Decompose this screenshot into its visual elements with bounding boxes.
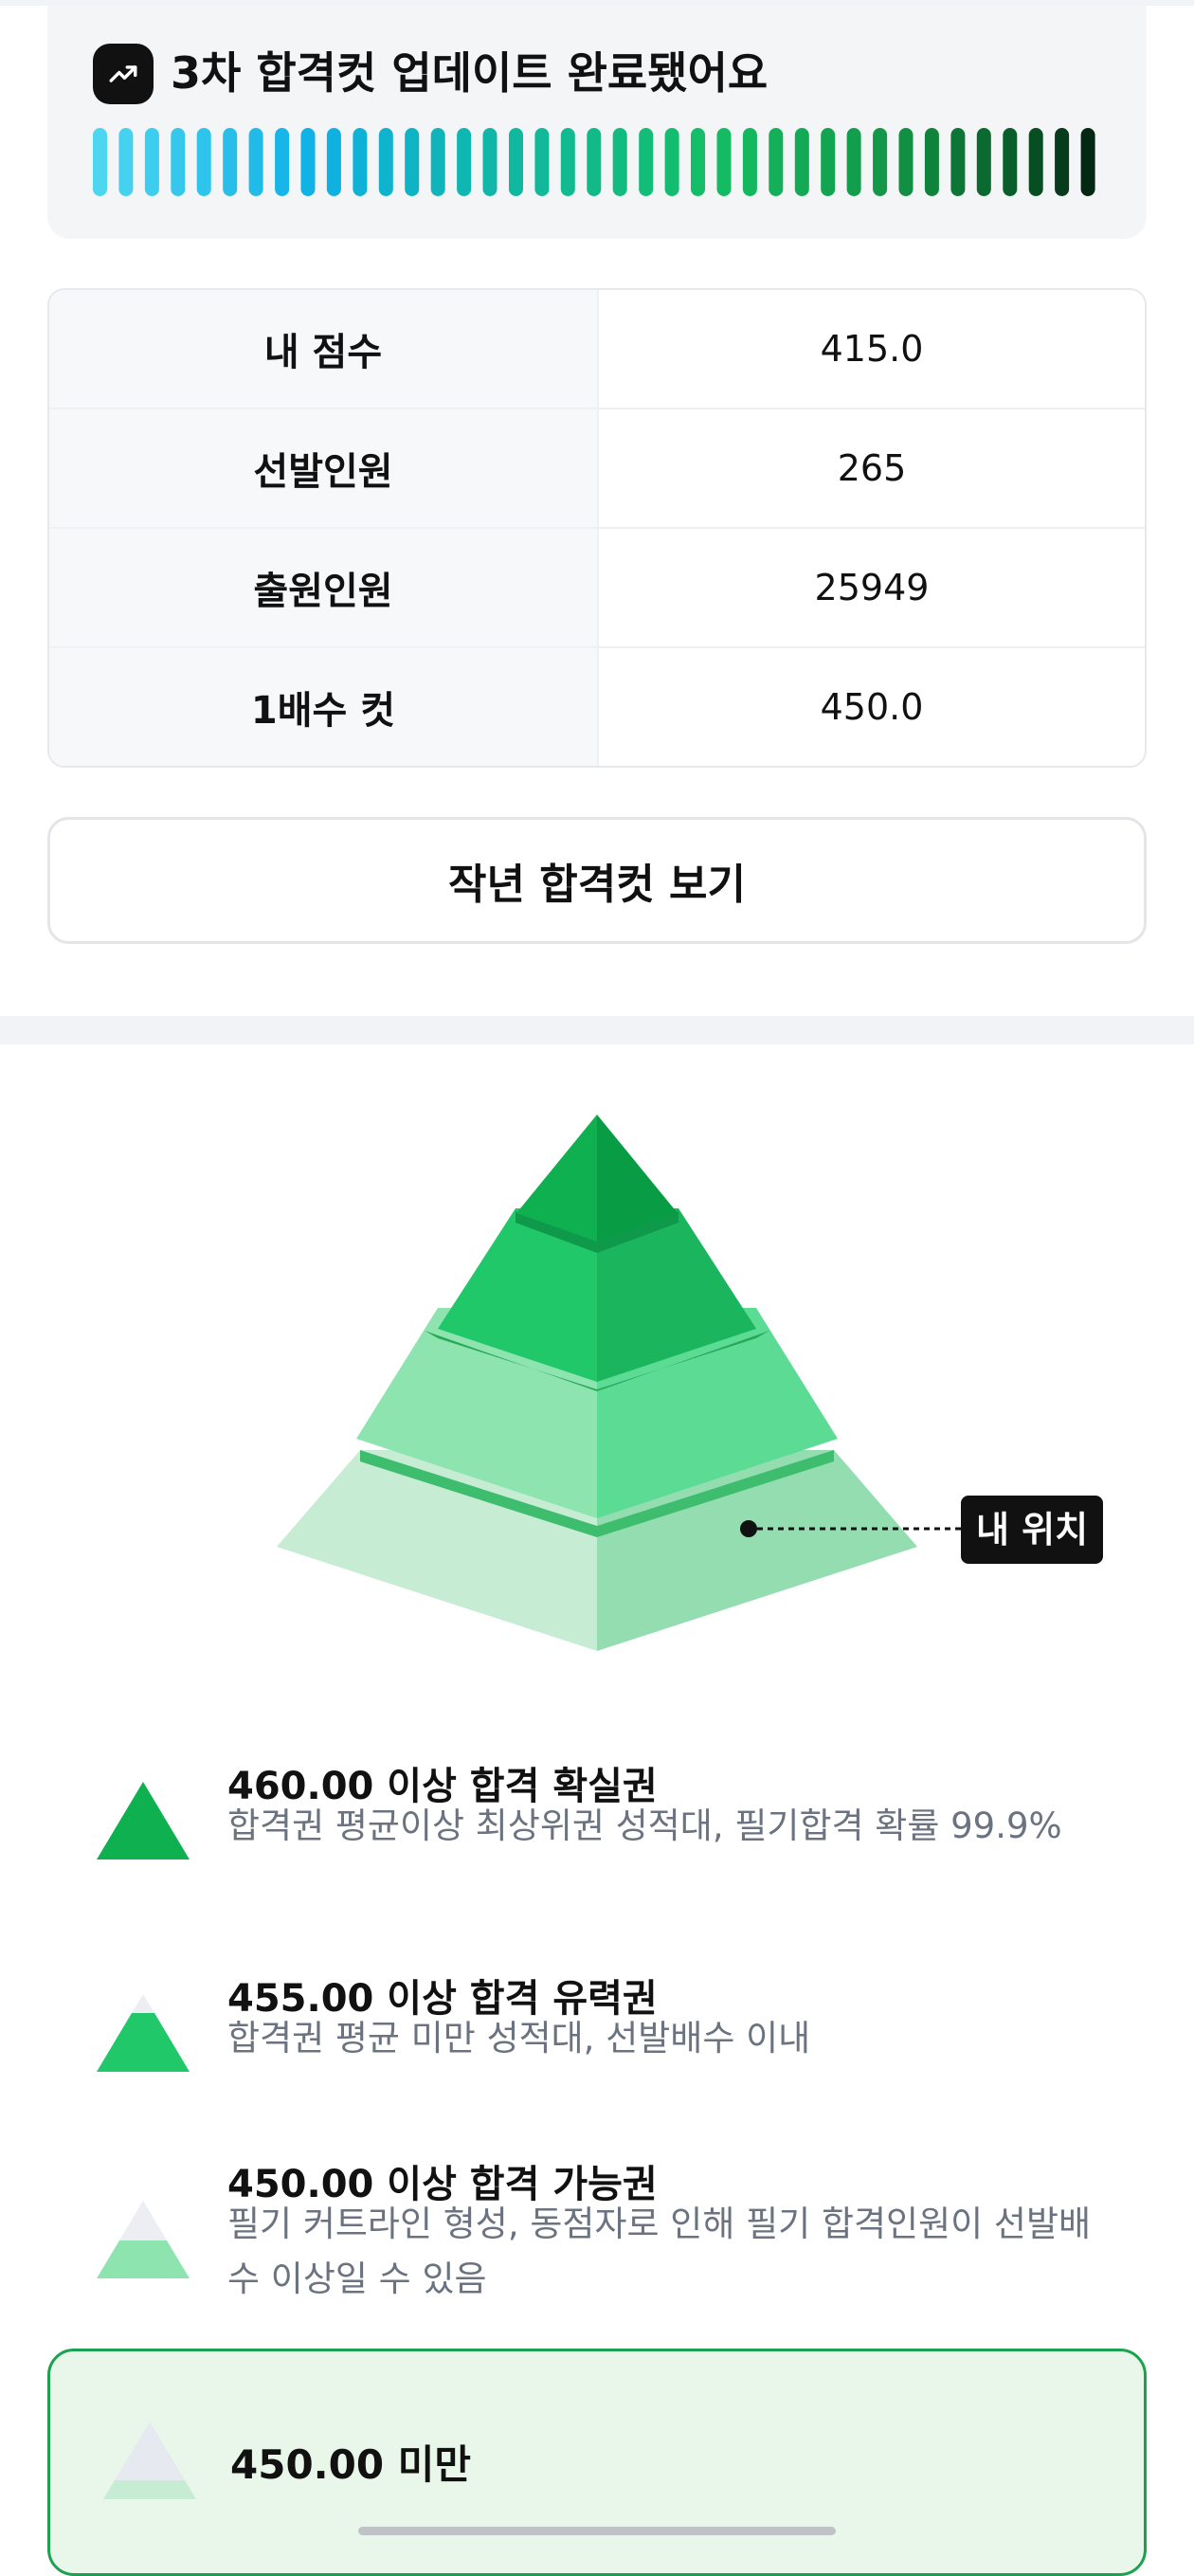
- legend-item-possible: 450.00 이상 합격 가능권 필기 커트라인 형성, 동점자로 인해 필기 …: [0, 2153, 1194, 2333]
- progress-segment: [1080, 128, 1095, 196]
- progress-segment: [664, 128, 679, 196]
- legend-desc: 필기 커트라인 형성, 동점자로 인해 필기 합격인원이 선발배수 이상일 수 …: [227, 2204, 1092, 2299]
- progress-segment: [691, 128, 705, 196]
- progress-segment: [171, 128, 186, 196]
- legend-item-likely: 455.00 이상 합격 유력권 합격권 평균 미만 성적대, 선발배수 이내: [0, 1968, 1194, 2110]
- row-value-my-score: 415.0: [599, 290, 1145, 408]
- progress-segment: [794, 128, 809, 196]
- progress-segment: [144, 128, 159, 196]
- progress-segment: [509, 128, 523, 196]
- progress-segment: [457, 128, 472, 196]
- progress-segment: [612, 128, 627, 196]
- current-tier-card: 450.00 미만: [47, 2349, 1147, 2576]
- table-row: 1배수 컷 450.0: [49, 648, 1145, 766]
- progress-segment: [196, 128, 211, 196]
- tier-likely-icon: [97, 1994, 190, 2072]
- legend-desc: 합격권 평균이상 최상위권 성적대, 필기합격 확률 99.9%: [227, 1805, 1062, 1846]
- progress-segment: [898, 128, 914, 196]
- row-label-selected: 선발인원: [49, 409, 599, 527]
- score-pyramid: 내 위치: [277, 1115, 1103, 1651]
- row-value-cut: 450.0: [599, 648, 1145, 766]
- progress-segment: [93, 128, 107, 196]
- my-position-label: 내 위치: [976, 1509, 1088, 1551]
- my-position-dot: [740, 1520, 757, 1537]
- progress-segment: [223, 128, 238, 196]
- progress-segment: [248, 128, 263, 196]
- table-row: 출원인원 25949: [49, 529, 1145, 648]
- row-value-selected: 265: [599, 409, 1145, 527]
- progress-segment: [430, 128, 445, 196]
- progress-gradient-bar: [93, 128, 1095, 196]
- progress-segment: [118, 128, 134, 196]
- row-label-cut: 1배수 컷: [49, 648, 599, 766]
- row-label-my-score: 내 점수: [49, 290, 599, 408]
- progress-segment: [326, 128, 341, 196]
- stats-table: 내 점수 415.0 선발인원 265 출원인원 25949 1배수 컷 450…: [47, 288, 1147, 768]
- legend-item-certain: 460.00 이상 합격 확실권 합격권 평균이상 최상위권 성적대, 필기합격…: [0, 1755, 1194, 1897]
- table-row: 선발인원 265: [49, 409, 1145, 529]
- row-value-applicants: 25949: [599, 529, 1145, 646]
- progress-segment: [534, 128, 550, 196]
- tier-certain-icon: [97, 1782, 190, 1859]
- progress-segment: [300, 128, 316, 196]
- progress-segment: [378, 128, 393, 196]
- progress-segment: [950, 128, 966, 196]
- progress-segment: [1055, 128, 1070, 196]
- progress-segment: [846, 128, 861, 196]
- trending-up-icon: [93, 44, 154, 104]
- last-year-cut-button[interactable]: 작년 합격컷 보기: [47, 817, 1147, 944]
- progress-segment: [821, 128, 836, 196]
- tier-possible-icon: [97, 2201, 190, 2278]
- progress-segment: [405, 128, 420, 196]
- legend-desc: 합격권 평균 미만 성적대, 선발배수 이내: [227, 2018, 811, 2059]
- progress-segment: [587, 128, 602, 196]
- progress-segment: [353, 128, 368, 196]
- current-tier-title: 450.00 미만: [230, 2441, 471, 2488]
- banner-title: 3차 합격컷 업데이트 완료됐어요: [171, 47, 769, 99]
- update-banner: 3차 합격컷 업데이트 완료됐어요: [47, 6, 1147, 239]
- tier-below-icon: [103, 2422, 196, 2499]
- progress-segment: [924, 128, 939, 196]
- progress-segment: [873, 128, 888, 196]
- progress-segment: [1028, 128, 1043, 196]
- progress-segment: [769, 128, 784, 196]
- progress-segment: [1003, 128, 1018, 196]
- row-label-applicants: 출원인원: [49, 529, 599, 646]
- progress-segment: [482, 128, 498, 196]
- progress-segment: [742, 128, 757, 196]
- progress-segment: [716, 128, 732, 196]
- table-row: 내 점수 415.0: [49, 290, 1145, 409]
- home-indicator: [358, 2527, 836, 2535]
- progress-segment: [275, 128, 290, 196]
- progress-segment: [560, 128, 575, 196]
- section-divider: [0, 1016, 1194, 1044]
- progress-segment: [976, 128, 991, 196]
- progress-segment: [639, 128, 654, 196]
